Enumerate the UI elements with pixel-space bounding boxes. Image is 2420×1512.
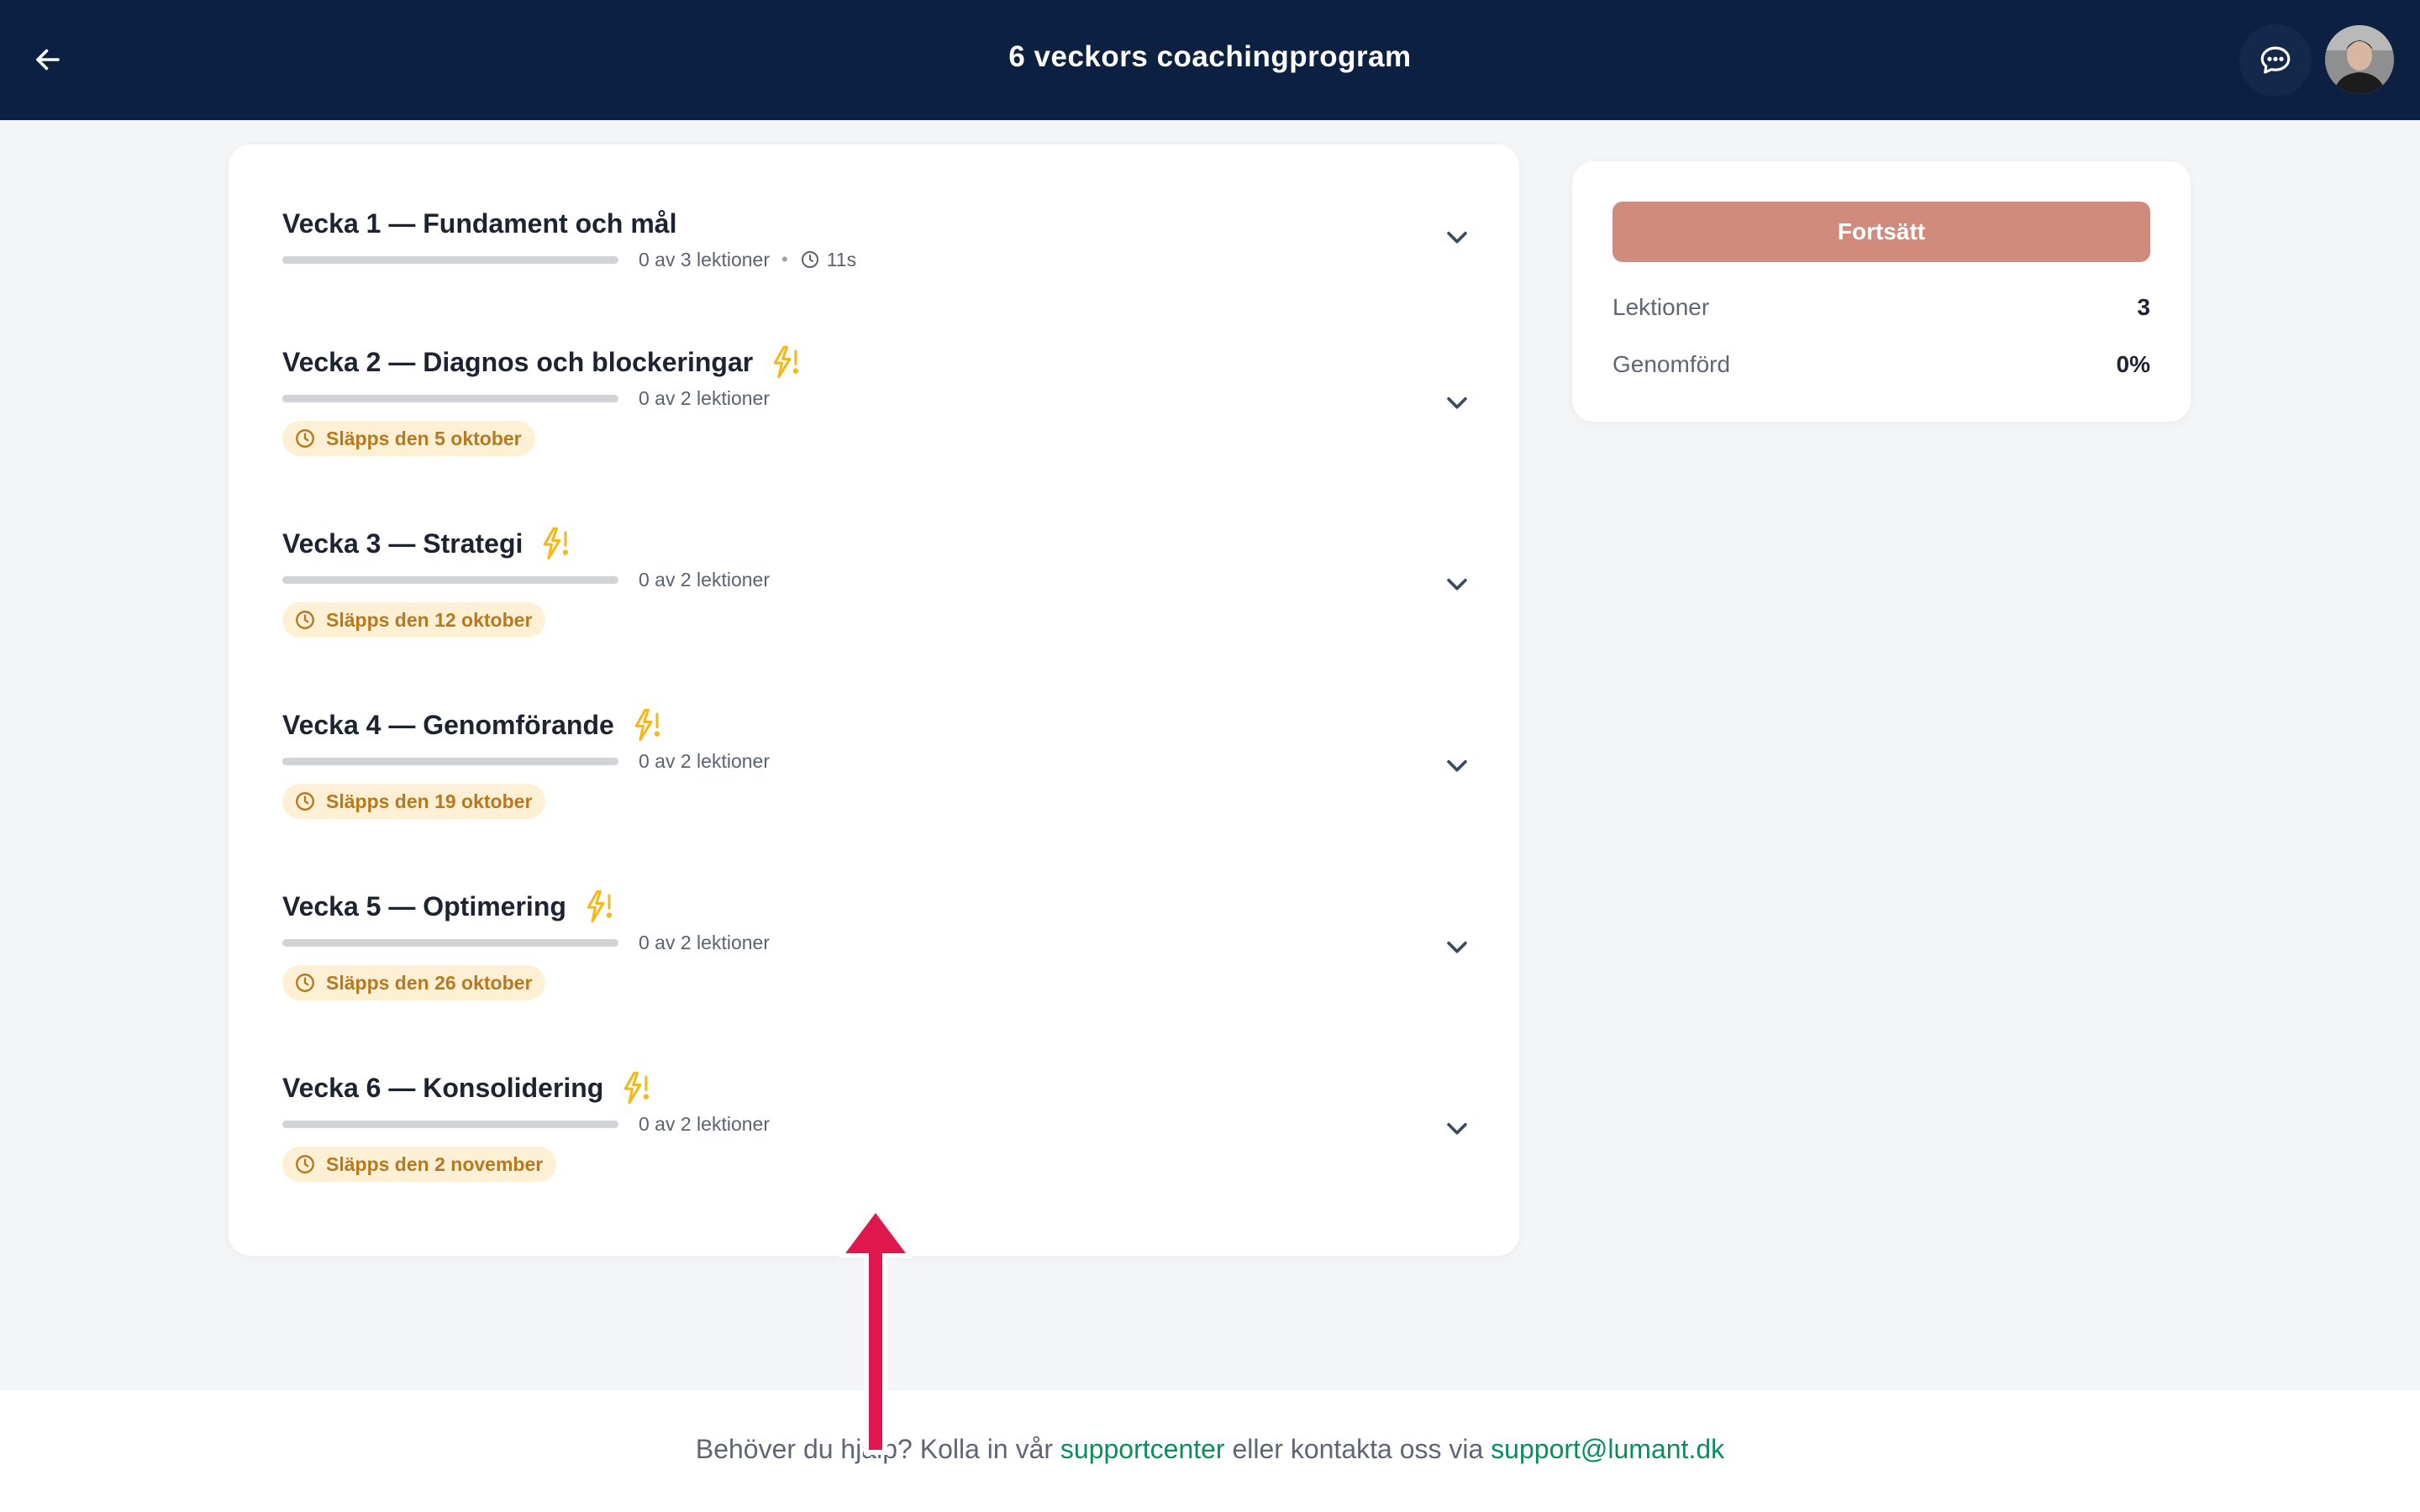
week-title: Vecka 4 — Genomförande — [282, 709, 614, 740]
week-item-4[interactable]: Vecka 4 — Genomförande 0 av 2 lektioner … — [282, 706, 1476, 858]
progress-bar — [282, 1120, 618, 1128]
lessons-count: 0 av 3 lektioner — [639, 248, 770, 270]
flash-alert-icon — [539, 527, 570, 560]
release-badge: Släpps den 26 oktober — [282, 965, 546, 1000]
release-badge: Släpps den 2 november — [282, 1147, 557, 1182]
progress-bar — [282, 255, 618, 264]
footer: Behöver du hjälp? Kolla in vår supportce… — [0, 1390, 2420, 1512]
chevron-down-icon[interactable] — [1439, 1110, 1476, 1147]
flash-alert-icon — [631, 708, 661, 742]
clock-icon — [296, 974, 314, 992]
release-date: Släpps den 26 oktober — [326, 971, 533, 994]
chevron-down-icon[interactable] — [1439, 928, 1476, 965]
release-date: Släpps den 5 oktober — [326, 427, 522, 449]
chevron-down-icon[interactable] — [1439, 218, 1476, 255]
progress-bar — [282, 394, 618, 402]
release-badge: Släpps den 19 oktober — [282, 784, 546, 819]
lessons-count: 0 av 2 lektioner — [639, 931, 770, 953]
flash-alert-icon — [770, 345, 800, 379]
flash-alert-icon — [583, 890, 613, 923]
clock-icon — [296, 792, 314, 811]
lessons-count: 0 av 2 lektioner — [639, 568, 770, 591]
avatar-image — [2325, 25, 2394, 94]
clock-icon — [801, 251, 818, 268]
clock-icon — [296, 1155, 314, 1173]
week-title: Vecka 6 — Konsolidering — [282, 1072, 604, 1103]
stat-row-lessons: Lektioner 3 — [1612, 294, 2150, 321]
duration-text: 11s — [826, 248, 857, 270]
stat-value: 0% — [2116, 351, 2150, 377]
week-item-2[interactable]: Vecka 2 — Diagnos och blockeringar 0 av … — [282, 344, 1476, 495]
lessons-count: 0 av 2 lektioner — [639, 386, 770, 409]
release-badge: Släpps den 5 oktober — [282, 421, 535, 456]
chat-button[interactable] — [2239, 24, 2312, 97]
week-item-1[interactable]: Vecka 1 — Fundament och mål 0 av 3 lekti… — [282, 205, 1476, 356]
footer-text-middle: eller kontakta oss via — [1224, 1434, 1491, 1464]
annotation-arrow-icon — [839, 1206, 913, 1455]
progress-bar — [282, 575, 618, 584]
clock-icon — [296, 429, 314, 448]
release-date: Släpps den 19 oktober — [326, 790, 533, 812]
week-title: Vecka 1 — Fundament och mål — [282, 207, 677, 239]
avatar[interactable] — [2325, 25, 2394, 94]
flash-alert-icon — [620, 1071, 650, 1105]
separator-dot: • — [781, 249, 788, 270]
continue-button[interactable]: Fortsätt — [1612, 202, 2150, 262]
chevron-down-icon[interactable] — [1439, 565, 1476, 602]
progress-bar — [282, 938, 618, 947]
weeks-card: Vecka 1 — Fundament och mål 0 av 3 lekti… — [229, 144, 1519, 1256]
progress-bar — [282, 757, 618, 765]
clock-icon — [296, 611, 314, 629]
release-date: Släpps den 12 oktober — [326, 608, 533, 631]
week-title: Vecka 5 — Optimering — [282, 890, 566, 921]
support-email-link[interactable]: support@lumant.dk — [1491, 1434, 1724, 1464]
week-item-3[interactable]: Vecka 3 — Strategi 0 av 2 lektioner Släp… — [282, 525, 1476, 676]
duration: 11s — [800, 249, 856, 271]
week-title: Vecka 3 — Strategi — [282, 528, 523, 559]
stat-value: 3 — [2137, 294, 2150, 320]
release-date: Släpps den 2 november — [326, 1152, 544, 1175]
page-title: 6 veckors coachingprogram — [1008, 40, 1412, 73]
stat-label: Genomförd — [1612, 351, 1731, 377]
footer-text: Behöver du hjälp? Kolla in vår supportce… — [0, 1434, 2420, 1465]
week-title: Vecka 2 — Diagnos och blockeringar — [282, 346, 754, 377]
week-item-6[interactable]: Vecka 6 — Konsolidering 0 av 2 lektioner… — [282, 1069, 1476, 1221]
chevron-down-icon[interactable] — [1439, 747, 1476, 784]
summary-card: Fortsätt Lektioner 3 Genomförd 0% — [1572, 161, 2191, 422]
release-badge: Släpps den 12 oktober — [282, 602, 546, 638]
week-item-5[interactable]: Vecka 5 — Optimering 0 av 2 lektioner Sl… — [282, 888, 1476, 1039]
stat-row-completed: Genomförd 0% — [1612, 351, 2150, 378]
top-bar: 6 veckors coachingprogram — [0, 0, 2420, 120]
lessons-count: 0 av 2 lektioner — [639, 1112, 770, 1135]
chevron-down-icon[interactable] — [1439, 384, 1476, 421]
support-center-link[interactable]: supportcenter — [1060, 1434, 1225, 1464]
chat-bubble-icon — [2260, 46, 2291, 74]
lessons-count: 0 av 2 lektioner — [639, 749, 770, 772]
stat-label: Lektioner — [1612, 294, 1710, 320]
